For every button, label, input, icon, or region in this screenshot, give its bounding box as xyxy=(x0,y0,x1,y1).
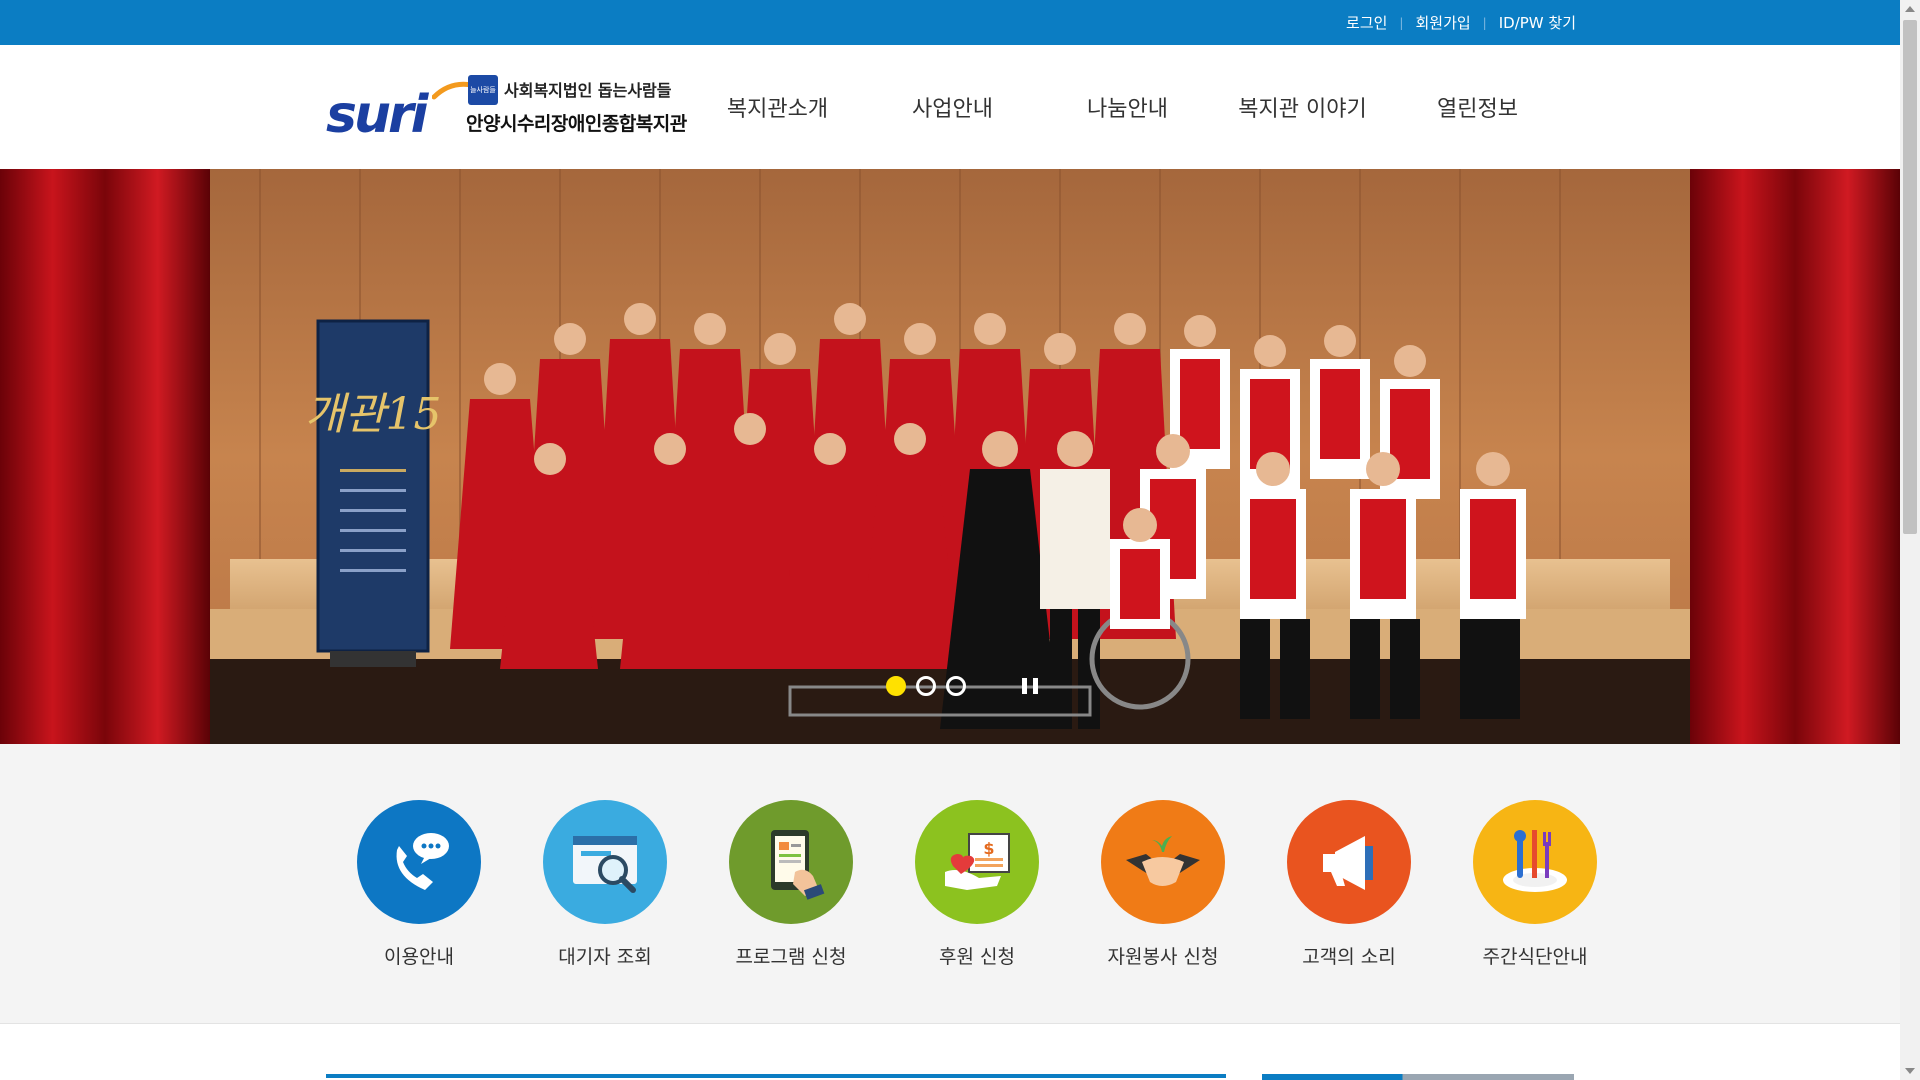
quick-item-label: 고객의 소리 xyxy=(1302,946,1396,968)
site-logo[interactable]: suri 늘사람들 사회복지법인 돕는사람들 안양시수리장애인종합복지관 xyxy=(326,73,688,145)
nav-item-about[interactable]: 복지관소개 xyxy=(690,45,865,169)
browser-search-icon xyxy=(543,800,667,924)
nav-item-sharing[interactable]: 나눔안내 xyxy=(1040,45,1215,169)
tablet-touch-icon xyxy=(729,800,853,924)
quick-item-donation[interactable]: $ 후원 신청 xyxy=(884,800,1070,969)
nav-item-open-info[interactable]: 열린정보 xyxy=(1390,45,1565,169)
meal-icon xyxy=(1473,800,1597,924)
slide-dot-3[interactable] xyxy=(946,676,966,696)
slide-controls xyxy=(886,676,1038,696)
quick-item-label: 대기자 조회 xyxy=(558,946,652,968)
vertical-scrollbar[interactable] xyxy=(1900,0,1920,1080)
site-header: suri 늘사람들 사회복지법인 돕는사람들 안양시수리장애인종합복지관 복지관… xyxy=(0,45,1900,169)
main-nav: 복지관소개 사업안내 나눔안내 복지관 이야기 열린정보 xyxy=(690,45,1565,169)
gallery-thumbnail[interactable] xyxy=(1262,1074,1574,1080)
org-name: 사회복지법인 돕는사람들 xyxy=(504,81,672,100)
quick-item-volunteer[interactable]: 자원봉사 신청 xyxy=(1070,800,1256,969)
logo-mark: suri xyxy=(326,85,428,145)
scroll-down-icon[interactable] xyxy=(1905,1068,1915,1074)
hero-photo: 개관15 xyxy=(0,169,1900,744)
banner-text: 개관15 xyxy=(305,389,442,440)
find-id-pw-link[interactable]: ID/PW 찾기 xyxy=(1499,12,1576,33)
slide-dot-1[interactable] xyxy=(886,676,906,696)
quick-item-customer-voice[interactable]: 고객의 소리 xyxy=(1256,800,1442,969)
join-link[interactable]: 회원가입 xyxy=(1415,12,1470,33)
handshake-icon xyxy=(1101,800,1225,924)
phone-chat-icon xyxy=(357,800,481,924)
quick-item-label: 프로그램 신청 xyxy=(735,946,847,968)
scroll-up-icon[interactable] xyxy=(1905,6,1915,12)
quick-item-waitlist[interactable]: 대기자 조회 xyxy=(512,800,698,969)
notice-section-top-border xyxy=(326,1074,1226,1078)
quick-item-label: 이용안내 xyxy=(384,946,454,968)
quick-item-program-apply[interactable]: 프로그램 신청 xyxy=(698,800,884,969)
quick-menu: 이용안내 대기자 조회 프로그램 신청 $ 후원 신청 자원봉사 신청 고객의 … xyxy=(0,744,1900,1024)
hero-slideshow: 개관15 xyxy=(0,169,1900,744)
donation-icon: $ xyxy=(915,800,1039,924)
megaphone-icon xyxy=(1287,800,1411,924)
quick-item-label: 주간식단안내 xyxy=(1482,946,1588,968)
nav-item-stories[interactable]: 복지관 이야기 xyxy=(1215,45,1390,169)
top-utility-bar: 로그인 | 회원가입 | ID/PW 찾기 xyxy=(0,0,1900,45)
page: 로그인 | 회원가입 | ID/PW 찾기 suri 늘사람들 사회복지법인 돕… xyxy=(0,0,1920,1080)
quick-item-weekly-menu[interactable]: 주간식단안내 xyxy=(1442,800,1628,969)
divider: | xyxy=(1482,15,1487,30)
scrollbar-thumb[interactable] xyxy=(1903,20,1917,534)
quick-item-label: 후원 신청 xyxy=(939,946,1015,968)
quick-item-usage-guide[interactable]: 이용안내 xyxy=(326,800,512,969)
utility-links: 로그인 | 회원가입 | ID/PW 찾기 xyxy=(1346,0,1576,45)
quick-menu-list: 이용안내 대기자 조회 프로그램 신청 $ 후원 신청 자원봉사 신청 고객의 … xyxy=(326,800,1628,969)
svg-text:$: $ xyxy=(983,839,994,858)
badge-logo: 늘사람들 xyxy=(468,75,498,105)
divider: | xyxy=(1399,15,1404,30)
nav-item-business[interactable]: 사업안내 xyxy=(865,45,1040,169)
pause-icon[interactable] xyxy=(1022,676,1038,696)
quick-item-label: 자원봉사 신청 xyxy=(1107,946,1219,968)
center-name: 안양시수리장애인종합복지관 xyxy=(466,113,687,135)
login-link[interactable]: 로그인 xyxy=(1346,12,1387,33)
slide-dot-2[interactable] xyxy=(916,676,936,696)
